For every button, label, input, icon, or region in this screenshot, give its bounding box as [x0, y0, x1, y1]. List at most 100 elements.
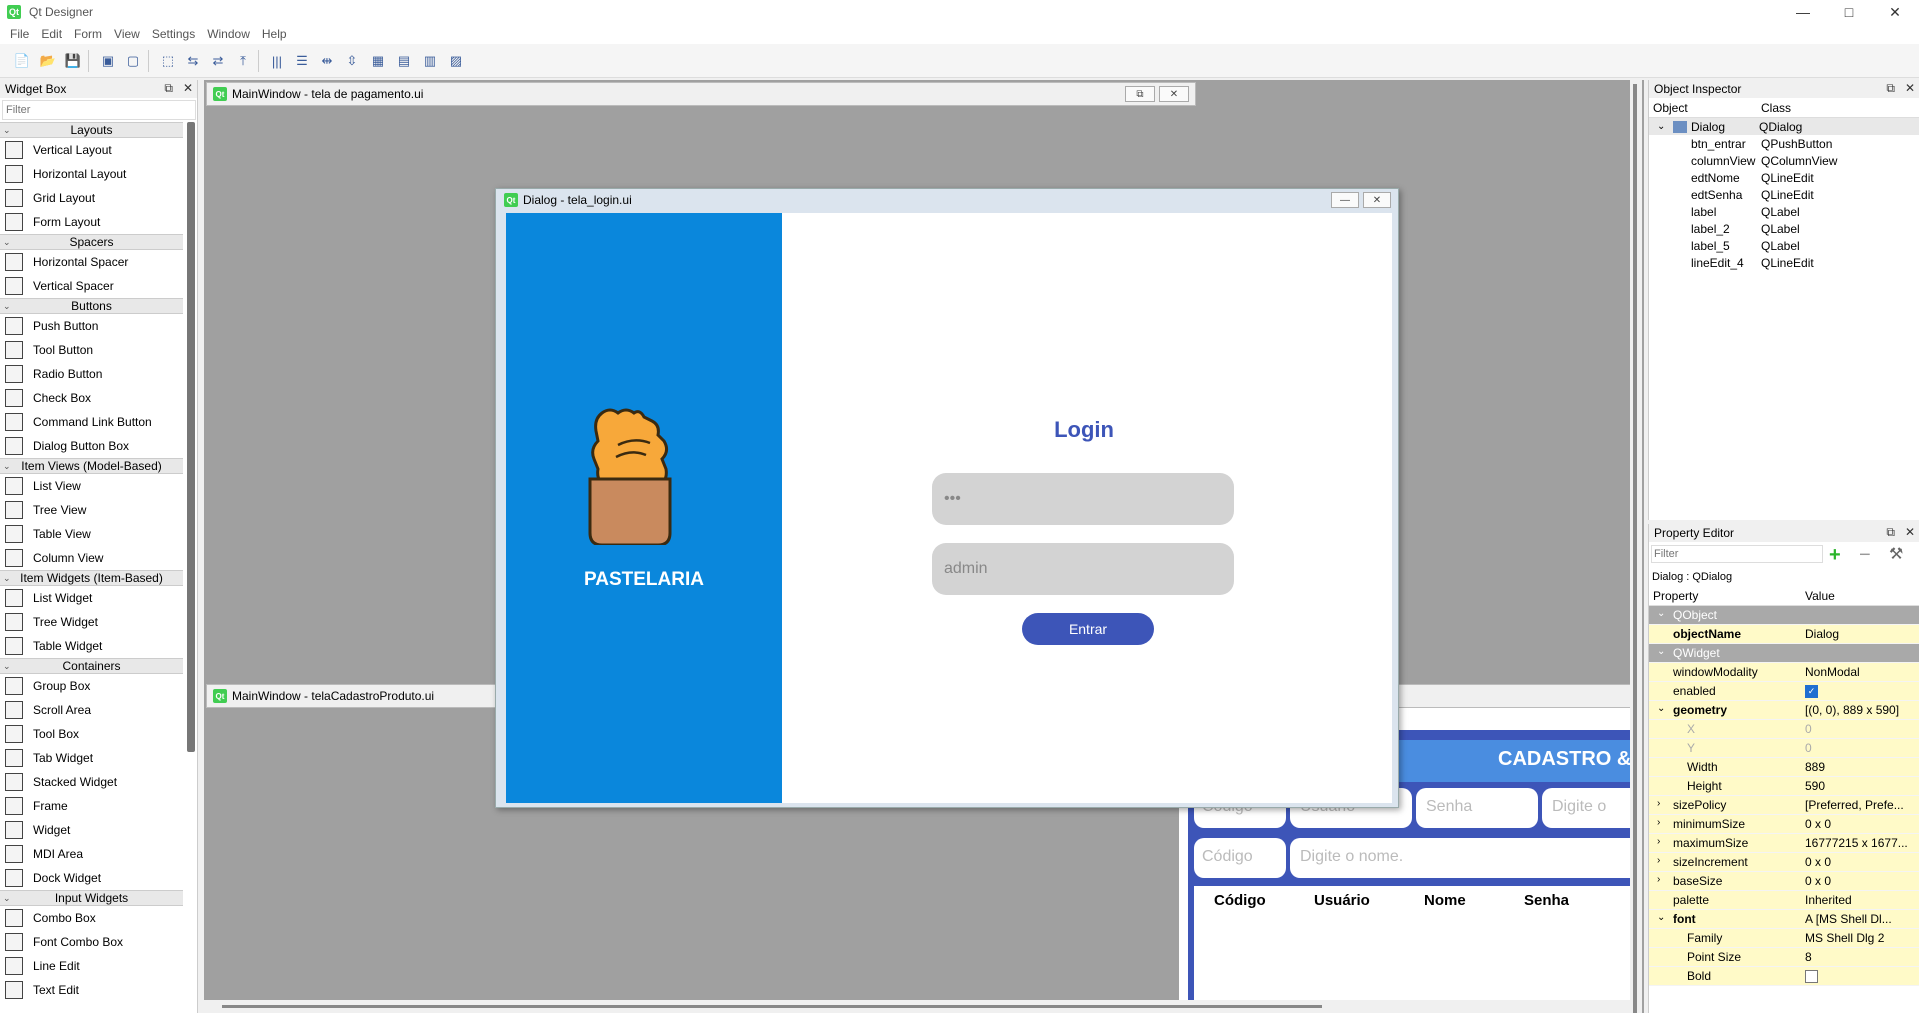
widget-item-column-view[interactable]: Column View [0, 546, 183, 570]
widget-item-tree-widget[interactable]: Tree Widget [0, 610, 183, 634]
widget-item-widget[interactable]: Widget [0, 818, 183, 842]
property-row-point-size[interactable]: Point Size 8 [1649, 948, 1919, 967]
widget-item-vertical-layout[interactable]: Vertical Layout [0, 138, 183, 162]
property-value[interactable]: A [MS Shell Dl... [1801, 912, 1919, 926]
widget-item-vertical-spacer[interactable]: Vertical Spacer [0, 274, 183, 298]
chevron-right-icon[interactable]: › [1657, 798, 1660, 809]
property-value[interactable]: 8 [1801, 950, 1919, 964]
float-icon[interactable]: ⧉ [1886, 81, 1895, 96]
widget-item-table-widget[interactable]: Table Widget [0, 634, 183, 658]
widget-item-line-edit[interactable]: Line Edit [0, 954, 183, 978]
property-value[interactable]: NonModal [1801, 665, 1919, 679]
horizontal-splitter-icon[interactable]: ⇹ [315, 49, 339, 73]
mdi-vertical-scrollbar[interactable] [1630, 80, 1642, 1013]
chevron-down-icon[interactable]: ⌄ [3, 891, 11, 905]
add-dynamic-property-icon[interactable]: + [1829, 544, 1841, 567]
chevron-down-icon[interactable]: ⌄ [3, 123, 11, 137]
close-icon[interactable]: ✕ [1905, 525, 1915, 540]
category-item-views-model-based[interactable]: ⌄ Item Views (Model-Based) [0, 458, 183, 474]
chevron-down-icon[interactable]: ⌄ [1657, 912, 1665, 923]
edit-tab-order-icon[interactable]: ⤒ [231, 49, 255, 73]
widget-item-radio-button[interactable]: Radio Button [0, 362, 183, 386]
digite-field[interactable]: Digite o [1542, 788, 1630, 828]
close-button[interactable]: ✕ [1363, 192, 1391, 208]
widget-item-push-button[interactable]: Push Button [0, 314, 183, 338]
edit-widgets-icon[interactable]: ⬚ [156, 49, 180, 73]
new-form-icon[interactable]: 📄 [10, 49, 34, 73]
object-row-root[interactable]: ⌄ Dialog QDialog [1649, 118, 1919, 135]
widget-item-horizontal-layout[interactable]: Horizontal Layout [0, 162, 183, 186]
object-row[interactable]: label QLabel [1649, 203, 1919, 220]
category-layouts[interactable]: ⌄ Layouts [0, 122, 183, 138]
object-row[interactable]: label_5 QLabel [1649, 237, 1919, 254]
close-button[interactable]: ✕ [1872, 0, 1918, 24]
chevron-down-icon[interactable]: ⌄ [3, 659, 11, 673]
chevron-down-icon[interactable]: ⌄ [3, 571, 11, 585]
widget-filter-input[interactable] [2, 100, 196, 120]
widget-item-tab-widget[interactable]: Tab Widget [0, 746, 183, 770]
minimize-button[interactable]: — [1331, 192, 1359, 208]
property-value[interactable]: 0 x 0 [1801, 817, 1919, 831]
widget-item-tree-view[interactable]: Tree View [0, 498, 183, 522]
property-row-maximumsize[interactable]: › maximumSize 16777215 x 1677... [1649, 834, 1919, 853]
vertical-splitter-icon[interactable]: ⇳ [340, 49, 364, 73]
property-row-sizeincrement[interactable]: › sizeIncrement 0 x 0 [1649, 853, 1919, 872]
property-row-qwidget[interactable]: ⌄ QWidget [1649, 644, 1919, 663]
menu-form[interactable]: Form [68, 27, 108, 41]
property-value[interactable]: 16777215 x 1677... [1801, 836, 1919, 850]
save-form-icon[interactable]: 💾 [61, 49, 85, 73]
close-icon[interactable]: ✕ [183, 81, 193, 96]
configure-icon[interactable]: ⚒ [1889, 544, 1903, 564]
widget-item-tool-button[interactable]: Tool Button [0, 338, 183, 362]
menu-file[interactable]: File [4, 27, 35, 41]
widget-item-font-combo-box[interactable]: Font Combo Box [0, 930, 183, 954]
chevron-down-icon[interactable]: ⌄ [1657, 646, 1665, 657]
widget-item-tool-box[interactable]: Tool Box [0, 722, 183, 746]
widget-item-form-layout[interactable]: Form Layout [0, 210, 183, 234]
widget-item-frame[interactable]: Frame [0, 794, 183, 818]
menu-edit[interactable]: Edit [35, 27, 68, 41]
lay-out-in-form-icon[interactable]: ▤ [392, 49, 416, 73]
minimize-button[interactable]: — [1780, 0, 1826, 24]
property-filter-input[interactable] [1651, 545, 1823, 563]
property-row-font[interactable]: ⌄ font A [MS Shell Dl... [1649, 910, 1919, 929]
category-input-widgets[interactable]: ⌄ Input Widgets [0, 890, 183, 906]
category-spacers[interactable]: ⌄ Spacers [0, 234, 183, 250]
property-value[interactable]: 590 [1801, 779, 1919, 793]
property-value[interactable]: Dialog [1801, 627, 1919, 641]
widget-item-horizontal-spacer[interactable]: Horizontal Spacer [0, 250, 183, 274]
property-value[interactable]: MS Shell Dlg 2 [1801, 931, 1919, 945]
property-row-palette[interactable]: palette Inherited [1649, 891, 1919, 910]
subwindow-tela-pagamento-title[interactable]: Qt MainWindow - tela de pagamento.ui ⧉ ✕ [206, 82, 1196, 106]
property-row-windowmodality[interactable]: windowModality NonModal [1649, 663, 1919, 682]
object-row[interactable]: btn_entrar QPushButton [1649, 135, 1919, 152]
widget-item-dialog-button-box[interactable]: Dialog Button Box [0, 434, 183, 458]
category-containers[interactable]: ⌄ Containers [0, 658, 183, 674]
widget-item-check-box[interactable]: Check Box [0, 386, 183, 410]
property-value[interactable]: 0 x 0 [1801, 874, 1919, 888]
password-field[interactable]: ••• [932, 473, 1234, 525]
property-row-x[interactable]: X0 [1649, 720, 1919, 739]
property-row-family[interactable]: Family MS Shell Dlg 2 [1649, 929, 1919, 948]
property-row-height[interactable]: Height 590 [1649, 777, 1919, 796]
object-row[interactable]: columnView QColumnView [1649, 152, 1919, 169]
widget-item-list-widget[interactable]: List Widget [0, 586, 183, 610]
property-row-sizepolicy[interactable]: › sizePolicy [Preferred, Prefe... [1649, 796, 1919, 815]
widget-item-grid-layout[interactable]: Grid Layout [0, 186, 183, 210]
codigo-field-2[interactable]: Código [1194, 838, 1286, 878]
property-row-bold[interactable]: Bold [1649, 967, 1919, 986]
widget-item-text-edit[interactable]: Text Edit [0, 978, 183, 1002]
close-button[interactable]: ✕ [1159, 86, 1189, 102]
chevron-right-icon[interactable]: › [1657, 855, 1660, 866]
send-to-back-icon[interactable]: ▣ [96, 49, 120, 73]
float-icon[interactable]: ⧉ [1886, 525, 1895, 540]
property-value[interactable]: 0 x 0 [1801, 855, 1919, 869]
lay-out-vertically-icon[interactable]: ☰ [290, 49, 314, 73]
widget-item-mdi-area[interactable]: MDI Area [0, 842, 183, 866]
bring-to-front-icon[interactable]: ▢ [121, 49, 145, 73]
chevron-right-icon[interactable]: › [1657, 874, 1660, 885]
widget-item-table-view[interactable]: Table View [0, 522, 183, 546]
property-row-qobject[interactable]: ⌄ QObject [1649, 606, 1919, 625]
widget-item-stacked-widget[interactable]: Stacked Widget [0, 770, 183, 794]
chevron-down-icon[interactable]: ⌄ [1657, 121, 1669, 132]
